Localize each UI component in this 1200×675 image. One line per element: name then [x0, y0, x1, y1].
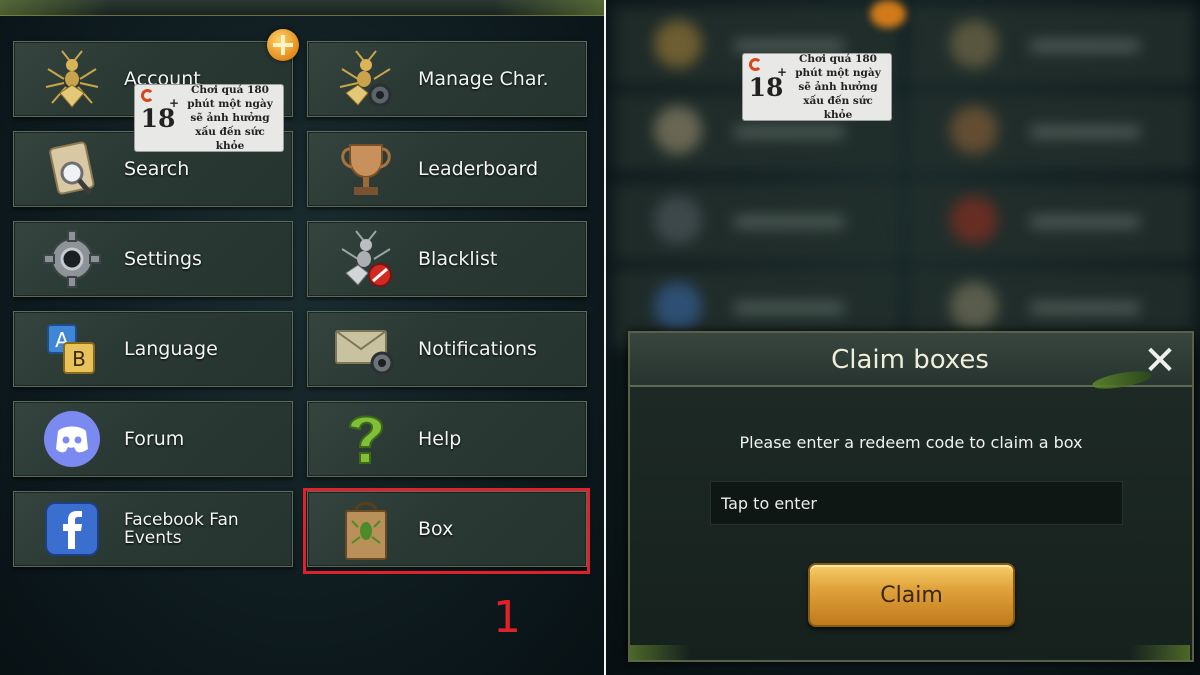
language-ab-icon: A B [40, 317, 104, 381]
claim-boxes-dialog: Claim boxes ✕ Please enter a redeem code… [628, 331, 1194, 662]
gift-icon[interactable] [267, 29, 299, 61]
close-button[interactable]: ✕ [1138, 339, 1182, 383]
age-rating-number: 18 + [743, 65, 789, 102]
blurred-tile [910, 92, 1195, 172]
blurred-tile [910, 182, 1195, 262]
step-marker: 1 [493, 592, 521, 643]
rating-logo-icon [749, 58, 762, 71]
box-highlight-outline [303, 488, 590, 574]
settings-label: Settings [124, 248, 202, 270]
ant-icon [40, 47, 104, 111]
vine-decoration [0, 0, 110, 16]
help-label: Help [418, 428, 462, 450]
notifications-label: Notifications [418, 338, 537, 360]
age-warning-text: Chơi quá 180 phút một ngày sẽ ảnh hưởng … [795, 53, 881, 121]
blacklist-label: Blacklist [418, 248, 498, 270]
question-mark-icon [334, 407, 398, 471]
age-rating-number: 18 + [135, 96, 181, 133]
ant-gear-icon [334, 47, 398, 111]
dialog-title: Claim boxes [831, 345, 989, 375]
blacklist-button[interactable]: Blacklist [307, 221, 587, 297]
svg-text:B: B [72, 347, 86, 371]
help-button[interactable]: Help [307, 401, 587, 477]
blurred-tile [614, 182, 899, 262]
gear-icon [40, 227, 104, 291]
vine-decoration [494, 0, 604, 16]
letter-gear-icon [334, 317, 398, 381]
trophy-icon [334, 137, 398, 201]
blurred-tile [910, 6, 1195, 86]
facebook-icon [40, 497, 104, 561]
age-warning-text: Chơi quá 180 phút một ngày sẽ ảnh hưởng … [187, 84, 273, 152]
settings-button[interactable]: Settings [13, 221, 293, 297]
age-rating-badge: 18 + Chơi quá 180 phút một ngày sẽ ảnh hư… [742, 53, 892, 121]
age-plus: + [168, 95, 179, 110]
claim-button[interactable]: Claim [808, 563, 1015, 627]
manage-char-label: Manage Char. [418, 68, 549, 90]
rating-logo-icon [141, 89, 154, 102]
forum-button[interactable]: Forum [13, 401, 293, 477]
discord-icon [40, 407, 104, 471]
settings-title-bar [0, 0, 604, 16]
age-plus: + [776, 64, 787, 79]
manage-char-button[interactable]: Manage Char. [307, 41, 587, 117]
ant-block-icon [334, 227, 398, 291]
leaderboard-button[interactable]: Leaderboard [307, 131, 587, 207]
scroll-magnifier-icon [40, 137, 104, 201]
gift-icon-blurred [870, 0, 906, 28]
search-label: Search [124, 158, 190, 180]
notifications-button[interactable]: Notifications [307, 311, 587, 387]
claim-label: Claim [880, 582, 943, 608]
leaderboard-label: Leaderboard [418, 158, 539, 180]
age-rating-badge: 18 + Chơi quá 180 phút một ngày sẽ ảnh hư… [134, 84, 284, 152]
redeem-code-input[interactable] [710, 481, 1123, 525]
forum-label: Forum [124, 428, 185, 450]
settings-panel: Account Manage Char. Search Leaderboard … [0, 0, 604, 675]
vine-decoration [630, 645, 690, 661]
language-label: Language [124, 338, 218, 360]
dialog-header: Claim boxes ✕ [630, 333, 1192, 393]
facebook-fan-events-label: Facebook Fan Events [124, 510, 239, 548]
redeem-prompt: Please enter a redeem code to claim a bo… [739, 433, 1083, 452]
facebook-fan-events-button[interactable]: Facebook Fan Events [13, 491, 293, 567]
vine-decoration [1130, 645, 1190, 661]
close-icon: ✕ [1143, 338, 1177, 384]
language-button[interactable]: A B Language [13, 311, 293, 387]
